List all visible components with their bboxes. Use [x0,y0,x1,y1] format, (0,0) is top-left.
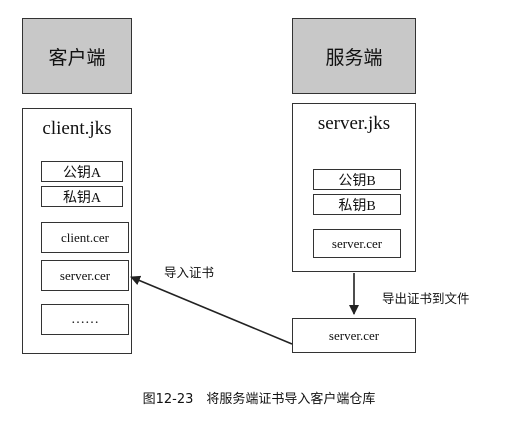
import-arrow [130,275,293,345]
figure-caption: 图12-23 将服务端证书导入客户端仓库 [142,392,376,407]
flow-arrows [130,273,359,345]
